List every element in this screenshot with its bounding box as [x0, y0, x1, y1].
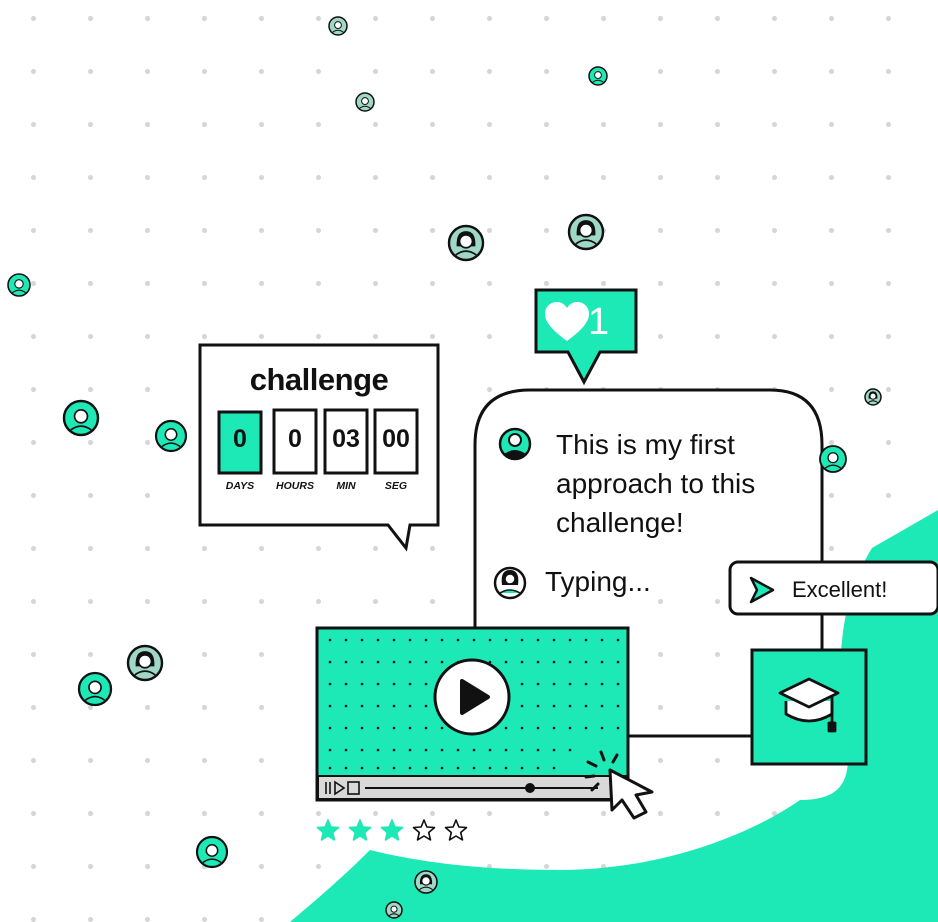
avatar-woman-icon: [126, 644, 164, 682]
countdown-value-hours: 0: [288, 425, 302, 453]
excellent-label[interactable]: Excellent!: [792, 577, 887, 603]
avatar-man-icon: [62, 399, 100, 437]
countdown-value-seg: 00: [382, 425, 410, 453]
star-empty-icon[interactable]: [412, 819, 436, 841]
countdown-title: challenge: [249, 362, 389, 397]
countdown-label-hours: HOURS: [276, 480, 314, 492]
avatar-man-icon: [355, 92, 375, 112]
avatar-man-icon: [819, 445, 847, 473]
avatar-woman-icon: [567, 213, 605, 251]
avatar-man-icon: [195, 835, 229, 869]
star-filled-icon[interactable]: [380, 819, 404, 841]
chat-avatar-woman: [493, 566, 527, 600]
rating-stars: [316, 819, 468, 841]
avatar-woman-icon: [864, 388, 882, 406]
avatar-man-icon: [385, 901, 403, 919]
video-scrubber: [525, 783, 535, 793]
countdown-label-seg: SEG: [384, 480, 408, 492]
countdown-label-days: DAYS: [225, 480, 255, 492]
chat-avatar-man: [498, 427, 532, 461]
countdown-value-days: 0: [233, 425, 247, 453]
avatar-woman-icon: [447, 224, 485, 262]
avatar-man-icon: [7, 273, 31, 297]
star-filled-icon[interactable]: [316, 819, 340, 841]
avatar-woman-icon: [414, 870, 438, 894]
star-empty-icon[interactable]: [444, 819, 468, 841]
avatar-man-icon: [588, 66, 608, 86]
chat-message: This is my first approach to this challe…: [556, 429, 756, 538]
avatar-man-icon: [154, 419, 188, 453]
avatar-man-icon: [77, 671, 113, 707]
star-filled-icon[interactable]: [348, 819, 372, 841]
avatar-man-icon: [328, 16, 348, 36]
like-notification: [534, 288, 638, 386]
like-count: 1: [588, 301, 610, 343]
countdown-value-min: 03: [332, 425, 360, 453]
typing-indicator: Typing...: [545, 566, 651, 597]
countdown-label-min: MIN: [336, 480, 356, 492]
